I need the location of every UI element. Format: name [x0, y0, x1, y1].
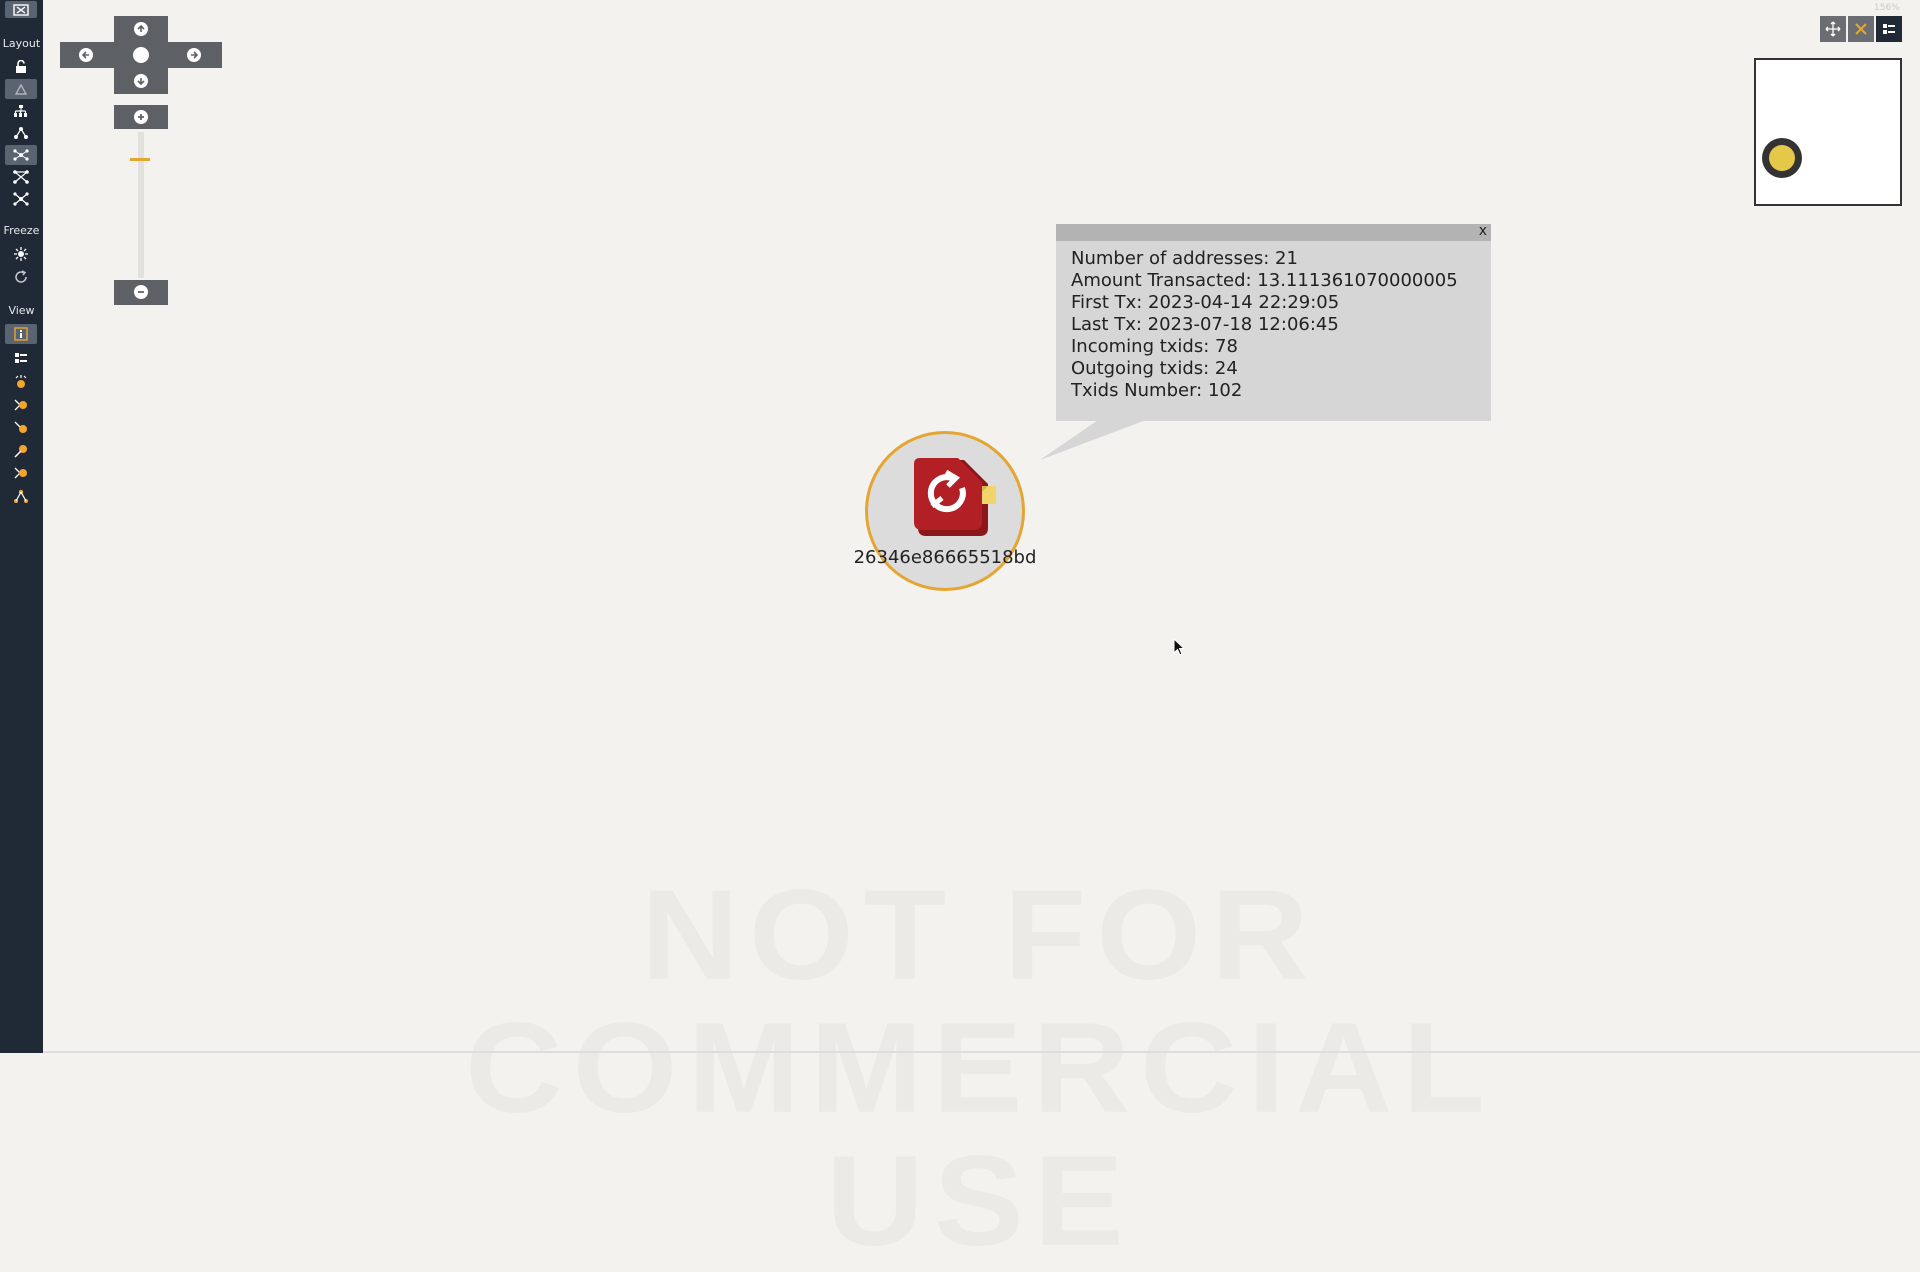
- hierarchy-icon[interactable]: [5, 101, 37, 121]
- left-toolbar: Layout Freeze View: [0, 0, 43, 1053]
- tooltip-line: Amount Transacted: 13.111361070000005: [1071, 270, 1458, 291]
- watermark: NOT FOR COMMERCIAL USE: [465, 862, 1495, 1272]
- list-toggle-icon[interactable]: [1876, 16, 1902, 42]
- network-icon[interactable]: [5, 145, 37, 165]
- grid-icon[interactable]: [5, 1, 37, 18]
- tooltip-header: x: [1056, 223, 1491, 241]
- close-x-icon[interactable]: [1848, 16, 1874, 42]
- mouse-cursor: [1173, 638, 1186, 656]
- freeze-section-label: Freeze: [3, 224, 40, 237]
- layout-section-label: Layout: [2, 37, 41, 50]
- fit-icon[interactable]: [1820, 16, 1846, 42]
- wallet-cluster-icon: [912, 458, 996, 538]
- crown-node-icon[interactable]: [5, 372, 37, 392]
- branch-node-icon[interactable]: [5, 395, 37, 415]
- sun-icon[interactable]: [5, 244, 37, 264]
- up-icon[interactable]: [134, 22, 148, 36]
- lock-icon[interactable]: [5, 57, 37, 77]
- node-label: 26346e86665518bd: [853, 547, 1037, 568]
- zoom-slider-thumb[interactable]: [130, 158, 150, 161]
- org-tree-icon[interactable]: [5, 79, 37, 99]
- zoom-out-icon[interactable]: [134, 285, 148, 299]
- minimap-node: [1762, 138, 1802, 178]
- tooltip-close-button[interactable]: x: [1479, 223, 1487, 240]
- hub-icon[interactable]: [5, 123, 37, 143]
- star-network-icon[interactable]: [5, 189, 37, 209]
- tooltip-pointer: [1040, 420, 1146, 460]
- tooltip-line: Txids Number: 102: [1071, 380, 1243, 401]
- down-icon[interactable]: [134, 74, 148, 88]
- view-section-label: View: [8, 304, 35, 317]
- info-icon[interactable]: [5, 324, 37, 344]
- pin-icon[interactable]: [5, 441, 37, 461]
- zoom-slider-track[interactable]: [138, 132, 144, 278]
- tooltip-line: Number of addresses: 21: [1071, 248, 1298, 269]
- list-icon[interactable]: [5, 348, 37, 368]
- split-node-icon[interactable]: [5, 463, 37, 483]
- tooltip-line: Last Tx: 2023-07-18 12:06:45: [1071, 314, 1339, 335]
- cross-network-icon[interactable]: [5, 167, 37, 187]
- refresh-icon[interactable]: [5, 267, 37, 287]
- tooltip-body: Number of addresses: 21 Amount Transacte…: [1056, 241, 1491, 402]
- minimap[interactable]: [1754, 58, 1902, 206]
- left-icon[interactable]: [79, 48, 93, 62]
- zoom-in-icon[interactable]: [134, 110, 148, 124]
- right-icon[interactable]: [187, 48, 201, 62]
- center-icon[interactable]: [133, 47, 149, 63]
- link-node-icon[interactable]: [5, 417, 37, 437]
- tooltip-line: Outgoing txids: 24: [1071, 358, 1238, 379]
- tooltip-line: First Tx: 2023-04-14 22:29:05: [1071, 292, 1340, 313]
- node-info-tooltip: x Number of addresses: 21 Amount Transac…: [1056, 223, 1491, 421]
- tree-node-icon[interactable]: [5, 486, 37, 506]
- tooltip-line: Incoming txids: 78: [1071, 336, 1238, 357]
- zoom-percent-text: 156%: [1874, 3, 1900, 13]
